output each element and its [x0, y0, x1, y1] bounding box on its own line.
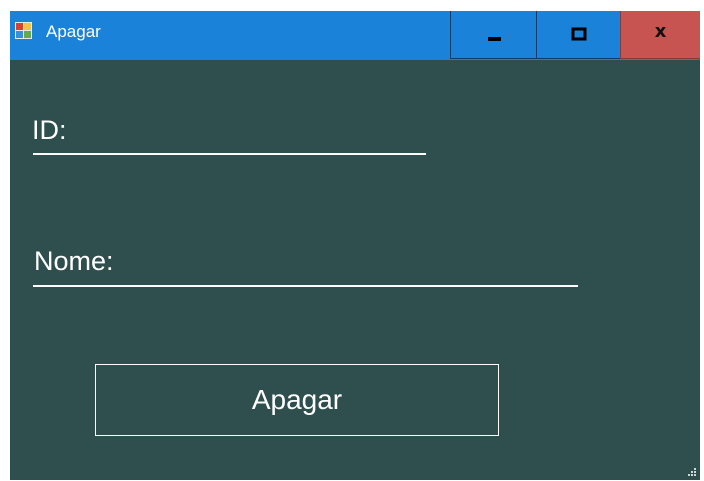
id-field[interactable] — [33, 153, 426, 155]
window-title: Apagar — [46, 22, 101, 41]
app-icon — [15, 22, 32, 39]
maximize-button[interactable] — [536, 11, 620, 59]
title-bar[interactable]: Apagar x — [10, 11, 700, 60]
minimize-icon — [487, 36, 501, 41]
minimize-button[interactable] — [450, 11, 536, 59]
apagar-button[interactable]: Apagar — [95, 364, 499, 436]
resize-grip-icon[interactable] — [685, 465, 697, 477]
maximize-icon — [571, 27, 586, 40]
apagar-window: Apagar x ID: Nome: Apagar — [10, 11, 700, 480]
close-icon: x — [654, 21, 667, 42]
nome-label: Nome: — [34, 246, 114, 276]
nome-field[interactable] — [33, 285, 578, 287]
id-label: ID: — [32, 115, 67, 145]
close-button[interactable]: x — [620, 11, 700, 59]
